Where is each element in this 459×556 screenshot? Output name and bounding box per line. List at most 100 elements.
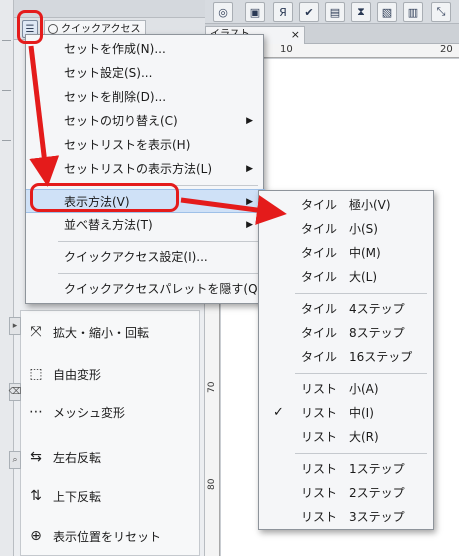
- ruler-label: 80: [207, 478, 217, 490]
- left-edge-panel: [0, 0, 14, 556]
- submenu-item-label: リスト 大(R): [301, 430, 379, 444]
- menu-item-delete-set[interactable]: セットを削除(D)...: [26, 85, 265, 109]
- clip-studio-icon[interactable]: ◎: [213, 2, 233, 22]
- menu-item-label: クイックアクセス設定(I)...: [64, 250, 208, 264]
- quick-access-list: ▸ ⌫ ⌕ ⤧ 拡大・縮小・回転 ⬚ 自由変形 ⋯ メッシュ変形 ⇆ 左右反転 …: [9, 310, 200, 556]
- submenu-item-tile-xsmall[interactable]: タイル 極小(V): [259, 193, 435, 217]
- search-icon[interactable]: ⌕: [9, 451, 21, 469]
- submenu-item-label: リスト 1ステップ: [301, 462, 405, 476]
- side-collapse-button[interactable]: ▸: [9, 317, 21, 335]
- ruler-label: 10: [280, 44, 293, 55]
- transform-icon: ⤧: [30, 324, 42, 340]
- qa-item-mesh-transform[interactable]: ⋯ メッシュ変形: [27, 399, 197, 425]
- panel-context-menu: セットを作成(N)... セット設定(S)... セットを削除(D)... セッ…: [25, 34, 265, 304]
- ruler-label: 70: [207, 381, 217, 393]
- qa-item-label: 表示位置をリセット: [53, 529, 162, 544]
- ruler-tick: [2, 140, 11, 141]
- submenu-arrow-icon: ▶: [246, 116, 253, 126]
- ruler-tick: [2, 40, 11, 41]
- check-icon[interactable]: ✔: [299, 2, 319, 22]
- submenu-item-label: タイル 小(S): [301, 222, 378, 236]
- menu-item-show-set-list[interactable]: セットリストを表示(H): [26, 133, 265, 157]
- menu-item-quick-access-settings[interactable]: クイックアクセス設定(I)...: [26, 245, 265, 269]
- menu-item-sort-method[interactable]: 並べ替え方法(T) ▶: [26, 213, 265, 237]
- flip-vertical-icon: ⇅: [30, 488, 42, 504]
- free-transform-icon: ⬚: [29, 366, 43, 382]
- close-icon[interactable]: ×: [291, 27, 300, 43]
- submenu-item-tile-16step[interactable]: タイル 16ステップ: [259, 345, 435, 369]
- submenu-item-tile-8step[interactable]: タイル 8ステップ: [259, 321, 435, 345]
- submenu-item-label: リスト 2ステップ: [301, 486, 405, 500]
- menu-item-label: セットの切り替え(C): [64, 114, 178, 128]
- menu-item-label: セットを作成(N)...: [64, 42, 166, 56]
- menu-item-label: セットリストの表示方法(L): [64, 162, 213, 176]
- mesh-transform-icon: ⋯: [29, 404, 43, 420]
- ruler-label: 20: [440, 44, 453, 55]
- submenu-item-label: タイル 中(M): [301, 246, 381, 260]
- checkmark-icon: ✓: [273, 405, 284, 420]
- submenu-item-label: リスト 小(A): [301, 382, 379, 396]
- layer-icon[interactable]: ▣: [245, 2, 265, 22]
- menu-item-switch-set[interactable]: セットの切り替え(C) ▶: [26, 109, 265, 133]
- submenu-item-list-1step[interactable]: リスト 1ステップ: [259, 457, 435, 481]
- menu-separator: [295, 373, 427, 374]
- menu-item-label: セットを削除(D)...: [64, 90, 167, 104]
- reset-view-icon: ⊕: [30, 528, 42, 544]
- reference-icon[interactable]: Я: [273, 2, 293, 22]
- qa-item-label: 左右反転: [53, 450, 102, 465]
- menu-item-create-set[interactable]: セットを作成(N)...: [26, 37, 265, 61]
- submenu-item-list-small[interactable]: リスト 小(A): [259, 377, 435, 401]
- qa-item-free-transform[interactable]: ⬚ 自由変形: [27, 361, 197, 387]
- submenu-item-tile-medium[interactable]: タイル 中(M): [259, 241, 435, 265]
- submenu-item-label: リスト 3ステップ: [301, 510, 405, 524]
- flip-horizontal-icon: ⇆: [30, 449, 42, 465]
- qa-item-flip-vertical[interactable]: ⇅ 上下反転: [27, 483, 197, 509]
- menu-separator: [58, 273, 258, 274]
- quick-access-icon: [48, 24, 58, 34]
- submenu-item-tile-large[interactable]: タイル 大(L): [259, 265, 435, 289]
- submenu-item-list-large[interactable]: リスト 大(R): [259, 425, 435, 449]
- menu-item-label: 並べ替え方法(T): [64, 218, 153, 232]
- trash-icon[interactable]: ⌫: [9, 383, 21, 401]
- submenu-arrow-icon: ▶: [246, 220, 253, 230]
- frame-icon[interactable]: ▥: [403, 2, 423, 22]
- submenu-item-label: タイル 大(L): [301, 270, 378, 284]
- submenu-item-list-medium[interactable]: ✓ リスト 中(I): [259, 401, 435, 425]
- menu-item-label: クイックアクセスパレットを隠す(Q): [64, 282, 263, 296]
- transform-tool-icon[interactable]: ⤡: [431, 2, 451, 22]
- submenu-item-label: タイル 4ステップ: [301, 302, 405, 316]
- annotation-box-menu-button: [17, 10, 43, 44]
- menu-item-label: セットリストを表示(H): [64, 138, 191, 152]
- menu-item-label: セット設定(S)...: [64, 66, 153, 80]
- qa-item-flip-horizontal[interactable]: ⇆ 左右反転: [27, 444, 197, 470]
- submenu-item-tile-small[interactable]: タイル 小(S): [259, 217, 435, 241]
- submenu-item-label: タイル 16ステップ: [301, 350, 413, 364]
- qa-item-reset-view[interactable]: ⊕ 表示位置をリセット: [27, 523, 197, 549]
- share-icon[interactable]: ▧: [377, 2, 397, 22]
- submenu-item-tile-4step[interactable]: タイル 4ステップ: [259, 297, 435, 321]
- hourglass-icon[interactable]: ⧗: [351, 2, 371, 22]
- qa-item-transform[interactable]: ⤧ 拡大・縮小・回転: [27, 319, 197, 345]
- display-method-submenu: タイル 極小(V) タイル 小(S) タイル 中(M) タイル 大(L) タイル…: [258, 190, 434, 530]
- menu-separator: [295, 453, 427, 454]
- submenu-arrow-icon: ▶: [246, 197, 253, 207]
- submenu-item-label: タイル 8ステップ: [301, 326, 405, 340]
- menu-item-hide-palette[interactable]: クイックアクセスパレットを隠す(Q): [26, 277, 265, 301]
- submenu-item-list-2step[interactable]: リスト 2ステップ: [259, 481, 435, 505]
- ruler-tick: [2, 90, 11, 91]
- command-bar: ◎ ▣ Я ✔ ▤ ⧗ ▧ ▥ ⤡: [205, 0, 459, 24]
- qa-item-label: メッシュ変形: [53, 405, 126, 420]
- submenu-arrow-icon: ▶: [246, 164, 253, 174]
- png-export-icon[interactable]: ▤: [325, 2, 345, 22]
- annotation-box-display-method: [30, 183, 179, 212]
- submenu-item-list-3step[interactable]: リスト 3ステップ: [259, 505, 435, 529]
- qa-item-label: 上下反転: [53, 489, 102, 504]
- submenu-item-label: タイル 極小(V): [301, 198, 391, 212]
- submenu-item-label: リスト 中(I): [301, 406, 374, 420]
- qa-item-label: 自由変形: [53, 367, 102, 382]
- qa-item-label: 拡大・縮小・回転: [53, 325, 150, 340]
- menu-separator: [58, 241, 258, 242]
- menu-item-set-list-display[interactable]: セットリストの表示方法(L) ▶: [26, 157, 265, 181]
- menu-item-set-settings[interactable]: セット設定(S)...: [26, 61, 265, 85]
- menu-separator: [295, 293, 427, 294]
